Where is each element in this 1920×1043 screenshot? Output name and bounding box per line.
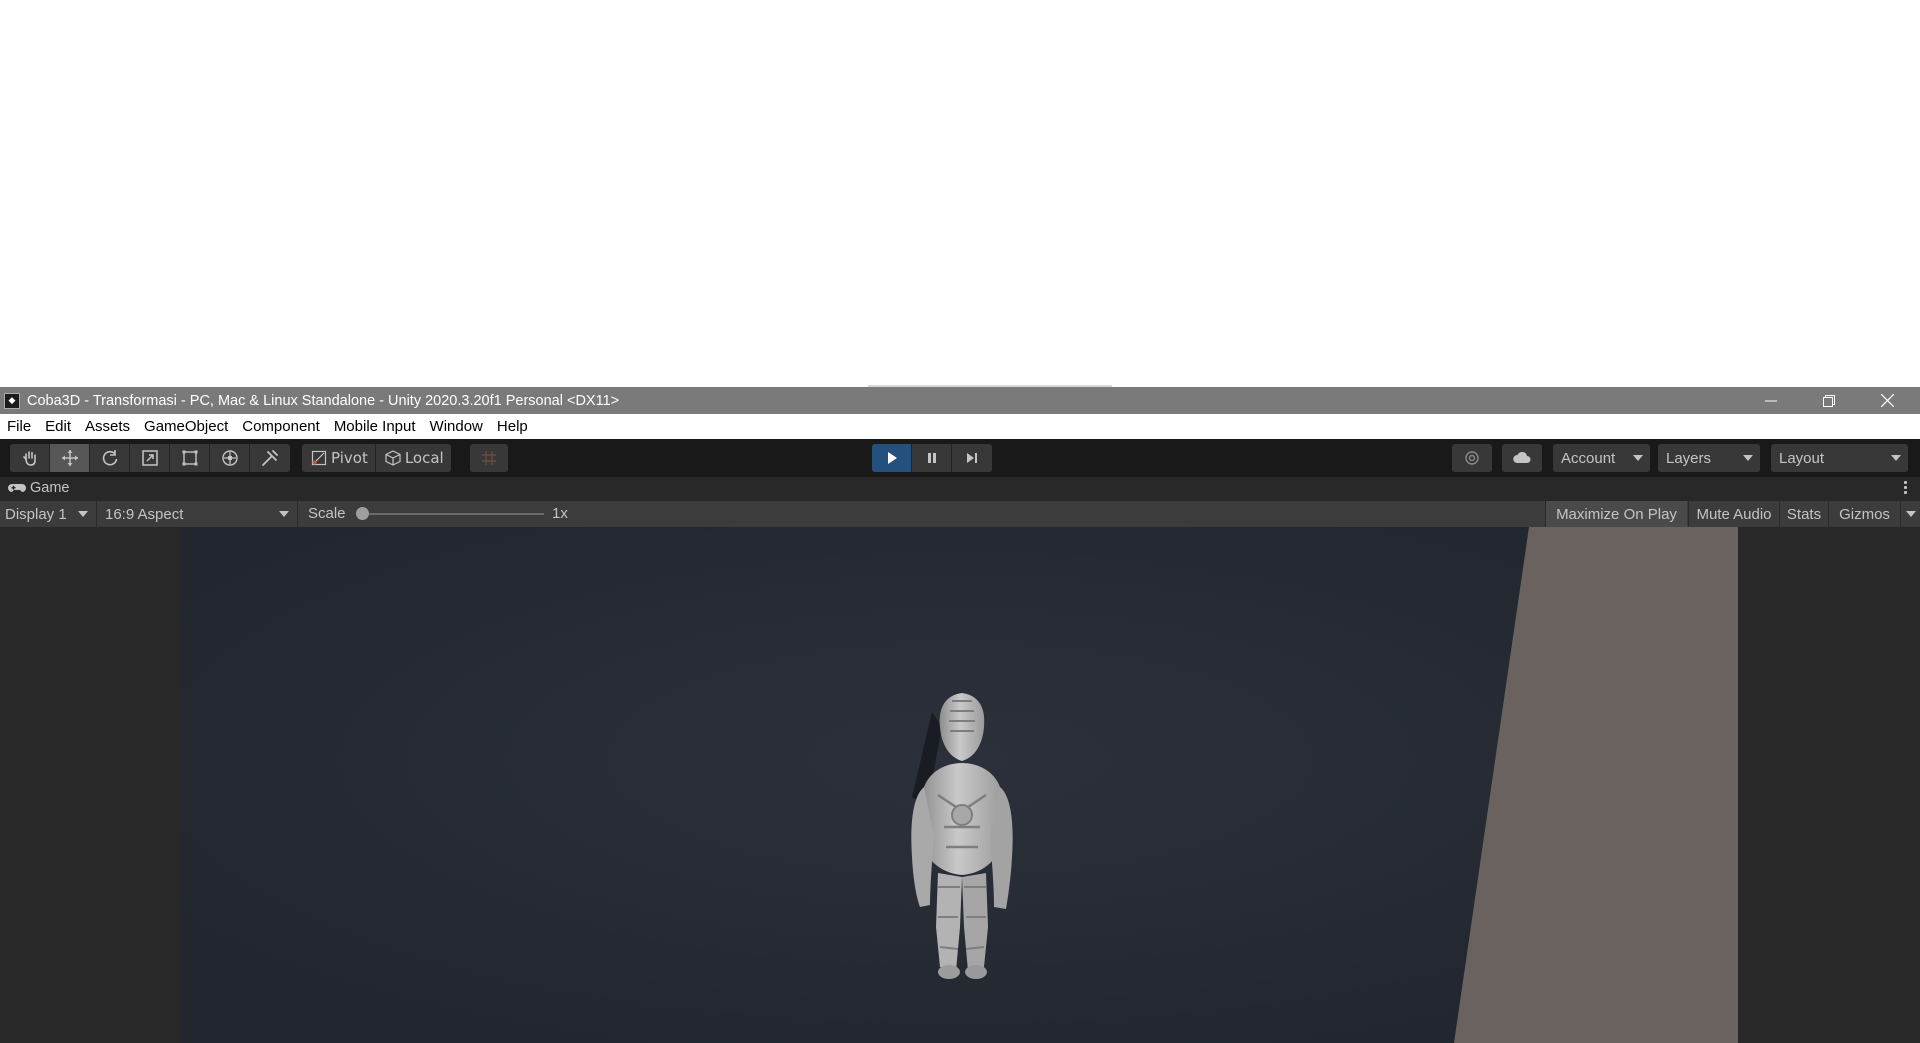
minimize-button[interactable] — [1742, 387, 1800, 414]
unity-logo-icon: ◆ — [4, 392, 20, 409]
stats-label: Stats — [1786, 505, 1822, 523]
game-tab-label: Game — [30, 480, 70, 496]
scale-label: Scale — [308, 505, 346, 522]
window-title: Coba3D - Transformasi - PC, Mac & Linux … — [27, 392, 620, 409]
transform-tool-button[interactable] — [210, 444, 250, 472]
close-button[interactable] — [1858, 387, 1916, 414]
hand-tool-icon — [22, 451, 36, 466]
main-toolbar: Pivot Local Account Layers Layout — [0, 439, 1920, 477]
minimize-icon — [1765, 400, 1777, 401]
cloud-icon — [1513, 451, 1531, 463]
mute-audio-toggle[interactable]: Mute Audio — [1688, 501, 1779, 527]
playmode-controls — [872, 444, 992, 472]
move-tool-icon — [61, 450, 78, 466]
cloud-button[interactable] — [1502, 444, 1542, 472]
transform-tool-icon — [221, 450, 238, 466]
game-tab[interactable]: Game — [8, 480, 70, 496]
scale-tool-icon — [141, 450, 158, 466]
hand-tool-button[interactable] — [10, 444, 50, 472]
layout-dropdown[interactable]: Layout — [1771, 444, 1908, 472]
chevron-down-icon — [78, 511, 88, 517]
step-icon — [967, 453, 977, 463]
display-dropdown[interactable]: Display 1 — [0, 501, 97, 527]
play-icon — [887, 452, 897, 464]
game-view-toolbar: Display 1 16:9 Aspect Scale 1x Maximize … — [0, 501, 1920, 527]
gamepad-icon — [8, 484, 26, 492]
pause-button[interactable] — [912, 444, 952, 472]
custom-tool-button[interactable] — [250, 444, 290, 472]
chevron-down-icon — [1905, 511, 1916, 517]
title-bar: ◆ Coba3D - Transformasi - PC, Mac & Linu… — [0, 387, 1920, 414]
maximize-on-play-toggle[interactable]: Maximize On Play — [1545, 501, 1687, 527]
pivot-button[interactable]: Pivot — [302, 444, 376, 472]
gizmos-toggle[interactable]: Gizmos — [1828, 501, 1900, 527]
menu-bar: File Edit Assets GameObject Component Mo… — [0, 414, 1920, 439]
menu-file[interactable]: File — [0, 414, 38, 439]
rect-tool-button[interactable] — [170, 444, 210, 472]
grid-snap-button[interactable] — [470, 444, 508, 472]
menu-component[interactable]: Component — [235, 414, 327, 439]
collab-button[interactable] — [1452, 444, 1492, 472]
gizmos-label: Gizmos — [1839, 505, 1890, 523]
pivot-label: Pivot — [331, 449, 368, 467]
collab-icon — [1465, 451, 1479, 465]
layout-label: Layout — [1779, 449, 1825, 467]
menu-mobile-input[interactable]: Mobile Input — [327, 414, 423, 439]
local-button[interactable]: Local — [376, 444, 451, 472]
chevron-down-icon — [1633, 455, 1643, 461]
pivot-toggle-group: Pivot Local — [302, 444, 451, 472]
chevron-down-icon — [279, 511, 289, 517]
move-tool-button[interactable] — [50, 444, 90, 472]
scale-slider-track[interactable] — [362, 513, 544, 515]
pause-icon — [927, 453, 936, 463]
menu-gameobject[interactable]: GameObject — [137, 414, 235, 439]
display-label: Display 1 — [5, 505, 67, 523]
game-viewport[interactable] — [0, 527, 1920, 1043]
transform-tools — [10, 444, 290, 472]
account-label: Account — [1561, 449, 1616, 467]
unity-editor-window: ◆ Coba3D - Transformasi - PC, Mac & Linu… — [0, 387, 1920, 1043]
chevron-down-icon — [1743, 455, 1753, 461]
layers-label: Layers — [1666, 449, 1712, 467]
rect-tool-icon — [182, 450, 197, 466]
play-button[interactable] — [872, 444, 912, 472]
rotate-tool-icon — [102, 450, 117, 466]
grid-snap-icon — [482, 451, 496, 465]
tab-menu-icon[interactable] — [1904, 481, 1908, 494]
game-render[interactable] — [182, 527, 1738, 1043]
restore-icon — [1823, 394, 1835, 407]
menu-window[interactable]: Window — [423, 414, 490, 439]
chevron-down-icon — [1891, 455, 1901, 461]
account-dropdown[interactable]: Account — [1553, 444, 1650, 472]
desktop-background — [0, 0, 1920, 386]
menu-assets[interactable]: Assets — [78, 414, 137, 439]
game-tab-header: Game — [0, 477, 1920, 501]
restore-button[interactable] — [1800, 387, 1858, 414]
scale-tool-button[interactable] — [130, 444, 170, 472]
step-button[interactable] — [952, 444, 992, 472]
layers-dropdown[interactable]: Layers — [1658, 444, 1760, 472]
scale-value: 1x — [552, 505, 568, 522]
local-label: Local — [404, 449, 444, 467]
gizmos-dropdown[interactable] — [1900, 501, 1920, 527]
maximize-label: Maximize On Play — [1556, 505, 1677, 523]
character-model — [911, 693, 1013, 979]
aspect-dropdown[interactable]: 16:9 Aspect — [98, 501, 298, 527]
menu-help[interactable]: Help — [490, 414, 535, 439]
custom-tool-icon — [262, 450, 278, 466]
menu-edit[interactable]: Edit — [38, 414, 78, 439]
local-cube-icon — [385, 450, 401, 466]
pivot-icon — [311, 450, 327, 466]
mute-label: Mute Audio — [1696, 505, 1772, 523]
close-icon — [1880, 394, 1894, 407]
rotate-tool-button[interactable] — [90, 444, 130, 472]
scale-slider-thumb[interactable] — [356, 507, 369, 520]
stats-toggle[interactable]: Stats — [1779, 501, 1828, 527]
aspect-label: 16:9 Aspect — [105, 505, 184, 523]
